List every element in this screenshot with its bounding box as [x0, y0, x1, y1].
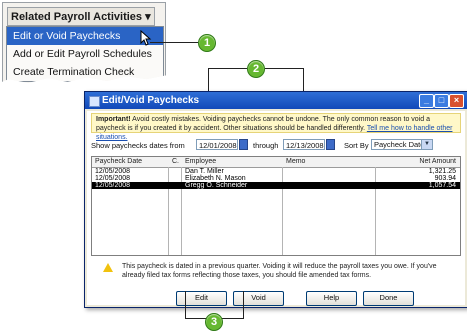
notice-bold: Important! — [96, 116, 131, 123]
col-paycheck-date[interactable]: Paycheck Date — [95, 158, 142, 165]
cell-net-amount: 1,057.54 — [428, 182, 456, 189]
through-label: through — [253, 141, 279, 150]
window-icon — [89, 96, 100, 107]
edit-void-paychecks-dialog: Edit/Void Paychecks _ □ × Important! Avo… — [84, 91, 467, 308]
from-date-field[interactable]: 12/01/2008 — [196, 139, 238, 150]
warning-icon — [103, 263, 113, 272]
mouse-pointer-icon — [140, 30, 152, 46]
related-payroll-activities-menu: Related Payroll Activities ▾ Edit or Voi… — [2, 2, 166, 83]
callout-1-line — [150, 42, 198, 43]
cell-date: 12/05/2008 — [95, 182, 131, 189]
calendar-icon[interactable] — [239, 139, 248, 150]
table-header: Paycheck Date C. Employee Memo Net Amoun… — [92, 157, 460, 168]
paychecks-table: Paycheck Date C. Employee Memo Net Amoun… — [91, 156, 461, 256]
warning-text: This paycheck is dated in a previous qua… — [122, 263, 437, 279]
cell-date: 12/05/2008 — [95, 175, 131, 182]
dialog-title: Edit/Void Paychecks — [102, 95, 200, 106]
callout-3-line-right — [243, 291, 244, 319]
callout-badge-1: 1 — [198, 34, 216, 52]
col-net-amount[interactable]: Net Amount — [419, 158, 456, 165]
col-employee[interactable]: Employee — [185, 158, 216, 165]
callout-badge-2: 2 — [247, 60, 265, 78]
void-button[interactable]: Void — [233, 291, 284, 306]
callout-2-line-left — [208, 68, 247, 69]
cell-net-amount: 903.94 — [434, 175, 456, 182]
table-row[interactable]: 12/05/2008 Elizabeth N. Mason 903.94 — [92, 175, 460, 182]
chevron-down-icon[interactable]: ▼ — [421, 140, 432, 149]
dialog-content: Important! Avoid costly mistakes. Voidin… — [87, 111, 465, 306]
col-memo[interactable]: Memo — [286, 158, 305, 165]
callout-3-line-left — [185, 291, 186, 319]
quarter-warning: This paycheck is dated in a previous qua… — [91, 260, 461, 284]
menu-item-create-termination-check[interactable]: Create Termination Check — [7, 63, 163, 81]
cell-employee: Elizabeth N. Mason — [185, 175, 246, 182]
sort-by-label: Sort By — [344, 141, 369, 150]
cell-net-amount: 1,321.25 — [428, 168, 456, 175]
filter-row: Show paychecks dates from 12/01/2008 thr… — [91, 138, 461, 152]
button-row: Edit Void Help Done — [87, 291, 465, 306]
important-notice: Important! Avoid costly mistakes. Voidin… — [91, 113, 461, 141]
cell-employee: Gregg O. Schneider — [185, 182, 248, 189]
table-row-selected[interactable]: 12/05/2008 Gregg O. Schneider 1,057.54 — [92, 182, 460, 189]
cell-date: 12/05/2008 — [95, 168, 131, 175]
edit-button[interactable]: Edit — [176, 291, 227, 306]
cell-employee: Dan T. Miller — [185, 168, 224, 175]
dialog-titlebar: Edit/Void Paychecks _ □ × — [85, 92, 467, 109]
sort-by-select[interactable]: Paycheck Date ▼ — [371, 139, 433, 150]
to-date-field[interactable]: 12/13/2008 — [283, 139, 325, 150]
done-button[interactable]: Done — [363, 291, 414, 306]
help-button[interactable]: Help — [306, 291, 357, 306]
table-row[interactable]: 12/05/2008 Dan T. Miller 1,321.25 — [92, 168, 460, 175]
menu-header[interactable]: Related Payroll Activities ▾ — [7, 7, 155, 26]
menu-item-add-edit-payroll-schedules[interactable]: Add or Edit Payroll Schedules — [7, 45, 163, 63]
show-dates-label: Show paychecks dates from — [91, 141, 185, 150]
sort-by-value: Paycheck Date — [374, 140, 425, 149]
col-c[interactable]: C. — [172, 158, 179, 165]
callout-2-line-right — [265, 68, 303, 69]
minimize-icon[interactable]: _ — [419, 94, 434, 108]
close-icon[interactable]: × — [449, 94, 464, 108]
maximize-icon[interactable]: □ — [434, 94, 449, 108]
calendar-icon[interactable] — [326, 139, 335, 150]
callout-badge-3: 3 — [205, 313, 223, 331]
